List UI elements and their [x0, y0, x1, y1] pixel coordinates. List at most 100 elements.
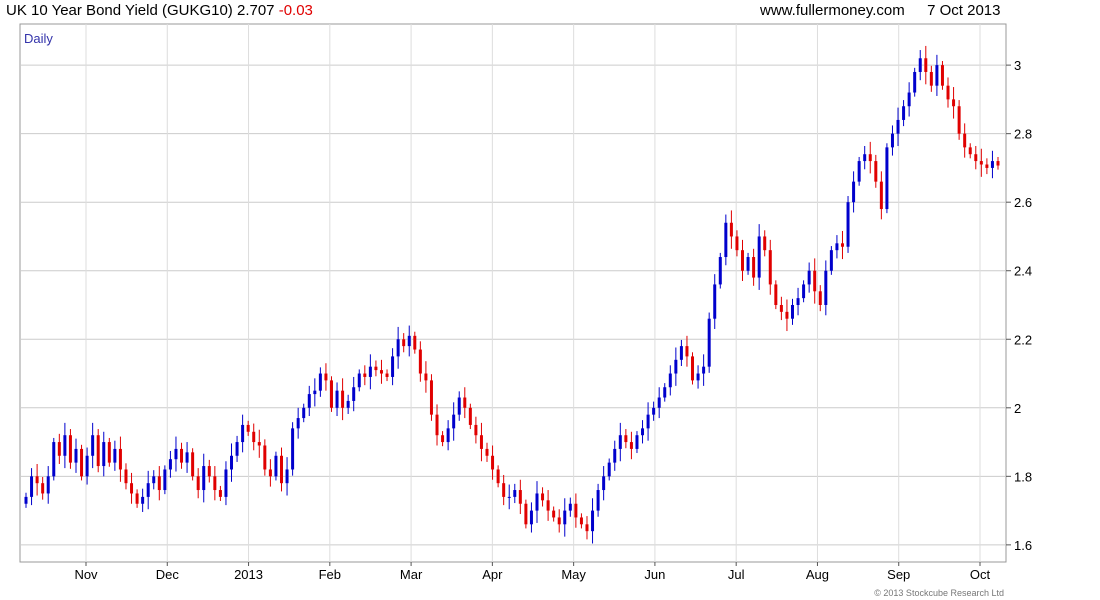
x-tick-label: Mar — [400, 567, 423, 582]
candle-body — [41, 483, 45, 494]
candle-body — [96, 435, 100, 467]
candle-body — [663, 387, 667, 398]
candle-body — [691, 356, 695, 381]
candle-body — [224, 469, 228, 497]
candle-body — [918, 58, 922, 72]
candle-body — [518, 490, 522, 504]
candle-body — [413, 335, 417, 350]
candle-body — [874, 161, 878, 182]
candle-body — [818, 291, 822, 305]
y-tick-label: 1.8 — [1014, 469, 1032, 484]
candle-body — [463, 397, 467, 408]
copyright-text: © 2013 Stockcube Research Ltd — [874, 588, 1004, 598]
candle-body — [990, 161, 994, 168]
y-tick-label: 2.4 — [1014, 264, 1032, 279]
candle-body — [91, 435, 95, 456]
y-tick-label: 2.2 — [1014, 332, 1032, 347]
candle-body — [713, 284, 717, 319]
candle-body — [724, 222, 728, 258]
candle-body — [568, 503, 572, 511]
candle-body — [174, 448, 178, 460]
x-tick-label: May — [561, 567, 586, 582]
candle-body — [824, 270, 828, 305]
x-tick-label: Nov — [74, 567, 98, 582]
candle-body — [735, 236, 739, 251]
candle-body — [846, 202, 850, 247]
candle-body — [585, 524, 589, 532]
x-tick-label: Feb — [319, 567, 341, 582]
y-tick-label: 2.8 — [1014, 127, 1032, 142]
candle-body — [163, 469, 167, 491]
candle-body — [313, 390, 317, 395]
candle-body — [357, 373, 361, 388]
candle-body — [774, 284, 778, 305]
candle-body — [285, 469, 289, 484]
candle-body — [757, 236, 761, 278]
candle-body — [52, 442, 56, 477]
x-tick-label: Aug — [806, 567, 829, 582]
candle-body — [441, 435, 445, 443]
candle-body — [896, 119, 900, 134]
candle-body — [702, 366, 706, 374]
candle-body — [541, 493, 545, 501]
y-tick-label: 3 — [1014, 58, 1021, 73]
candle-body — [907, 92, 911, 107]
y-tick-label: 2.6 — [1014, 195, 1032, 210]
candle-body — [107, 442, 111, 463]
candle-body — [185, 452, 189, 463]
candle-body — [574, 503, 578, 518]
candle-body — [279, 455, 283, 484]
candle-body — [696, 373, 700, 381]
x-tick-label: Dec — [156, 567, 180, 582]
candle-body — [363, 373, 367, 377]
candle-body — [796, 298, 800, 305]
candle-body — [535, 493, 539, 511]
interval-label: Daily — [24, 31, 53, 46]
candle-body — [257, 442, 261, 446]
candle-body — [180, 448, 184, 463]
candle-body — [579, 517, 583, 525]
x-tick-label: Jun — [644, 567, 665, 582]
y-tick-label: 2 — [1014, 401, 1021, 416]
candle-body — [835, 243, 839, 251]
candle-body — [596, 490, 600, 511]
candle-body — [396, 339, 400, 357]
candle-body — [624, 435, 628, 443]
candle-body — [85, 455, 89, 477]
candle-body — [379, 370, 383, 374]
candle-body — [218, 490, 222, 497]
candle-body — [741, 250, 745, 271]
candle-body — [863, 154, 867, 162]
candle-body — [102, 442, 106, 467]
candle-body — [368, 366, 372, 377]
candle-body — [118, 448, 122, 470]
candle-body — [618, 435, 622, 449]
candle-body — [591, 510, 595, 532]
candle-body — [902, 106, 906, 120]
candle-body — [491, 455, 495, 470]
candle-body — [646, 414, 650, 429]
candle-body — [613, 448, 617, 463]
candle-body — [890, 133, 894, 148]
candle-body — [46, 476, 50, 494]
candle-body — [924, 58, 928, 72]
candle-body — [418, 349, 422, 374]
candle-body — [141, 496, 145, 504]
x-tick-label: Oct — [970, 567, 991, 582]
candle-body — [246, 424, 250, 432]
candle-body — [202, 466, 206, 491]
candle-body — [752, 257, 756, 278]
candle-body — [996, 161, 1000, 166]
candle-body — [318, 373, 322, 391]
candle-body — [241, 424, 245, 443]
candle-body — [557, 517, 561, 525]
candle-body — [235, 442, 239, 456]
candle-body — [374, 366, 378, 371]
candle-body — [790, 304, 794, 319]
candle-body — [707, 318, 711, 367]
candle-body — [563, 510, 567, 525]
candle-body — [807, 270, 811, 285]
candle-body — [335, 390, 339, 408]
candle-body — [479, 435, 483, 449]
candle-body — [913, 71, 917, 93]
